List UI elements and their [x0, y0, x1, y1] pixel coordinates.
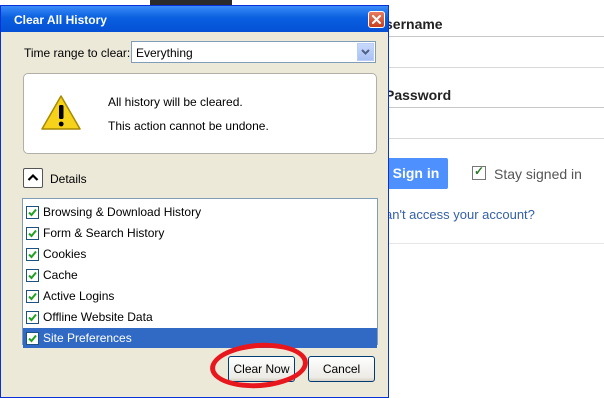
list-item[interactable]: Offline Website Data	[23, 307, 377, 327]
username-label: sername	[385, 16, 443, 32]
password-field[interactable]	[385, 107, 604, 139]
time-range-value: Everything	[136, 46, 193, 60]
dropdown-arrow-button[interactable]	[357, 43, 374, 61]
item-label: Browsing & Download History	[43, 205, 202, 219]
warning-message: All history will be cleared.	[108, 95, 243, 109]
list-item[interactable]: Browsing & Download History	[23, 202, 377, 222]
checkmark-icon	[28, 229, 37, 238]
item-checkbox[interactable]	[26, 227, 39, 240]
history-items-list: Browsing & Download History Form & Searc…	[22, 198, 378, 348]
item-label: Offline Website Data	[43, 310, 153, 324]
details-label: Details	[50, 172, 87, 186]
time-range-label: Time range to clear:	[24, 46, 131, 60]
list-item[interactable]: Cache	[23, 265, 377, 285]
clear-history-dialog: Clear All History Time range to clear: E…	[0, 5, 389, 398]
warning-submessage: This action cannot be undone.	[108, 119, 269, 133]
checkmark-icon	[28, 334, 37, 343]
password-label: Password	[385, 87, 452, 103]
item-checkbox[interactable]	[26, 269, 39, 282]
item-checkbox[interactable]	[26, 248, 39, 261]
dropdown-arrow-icon	[361, 49, 370, 55]
item-label: Active Logins	[43, 289, 115, 303]
dialog-titlebar[interactable]: Clear All History	[1, 6, 388, 32]
time-range-select[interactable]: Everything	[131, 41, 376, 63]
list-item-selected[interactable]: Site Preferences	[23, 328, 377, 348]
warning-icon	[41, 95, 81, 130]
checkmark-icon	[28, 208, 37, 217]
item-label: Site Preferences	[43, 331, 132, 345]
stay-signed-in-checkbox[interactable]: ✓	[472, 164, 486, 180]
close-button[interactable]	[368, 11, 385, 28]
item-label: Cookies	[43, 247, 87, 261]
list-item[interactable]: Cookies	[23, 244, 377, 264]
item-label: Cache	[43, 268, 78, 282]
checkmark-icon	[28, 271, 37, 280]
collapse-chevron-icon	[27, 173, 39, 181]
item-checkbox[interactable]	[26, 332, 39, 345]
sign-in-button[interactable]: Sign in	[384, 158, 448, 189]
list-item[interactable]: Active Logins	[23, 286, 377, 306]
username-field[interactable]	[385, 36, 604, 68]
cancel-button[interactable]: Cancel	[308, 356, 375, 382]
warning-panel: All history will be cleared. This action…	[23, 73, 377, 154]
checkmark-icon	[28, 313, 37, 322]
item-label: Form & Search History	[43, 226, 165, 240]
item-checkbox[interactable]	[26, 290, 39, 303]
checkmark-icon	[28, 292, 37, 301]
checkmark-icon	[28, 250, 37, 259]
checkmark-icon: ✓	[474, 164, 485, 178]
divider	[385, 243, 604, 244]
item-checkbox[interactable]	[26, 311, 39, 324]
cant-access-account-link[interactable]: an't access your account?	[385, 207, 535, 222]
dialog-title: Clear All History	[14, 13, 107, 27]
list-item[interactable]: Form & Search History	[23, 223, 377, 243]
close-icon	[372, 15, 381, 24]
stay-signed-in-label: Stay signed in	[494, 166, 582, 182]
item-checkbox[interactable]	[26, 206, 39, 219]
details-toggle-button[interactable]	[23, 168, 43, 188]
